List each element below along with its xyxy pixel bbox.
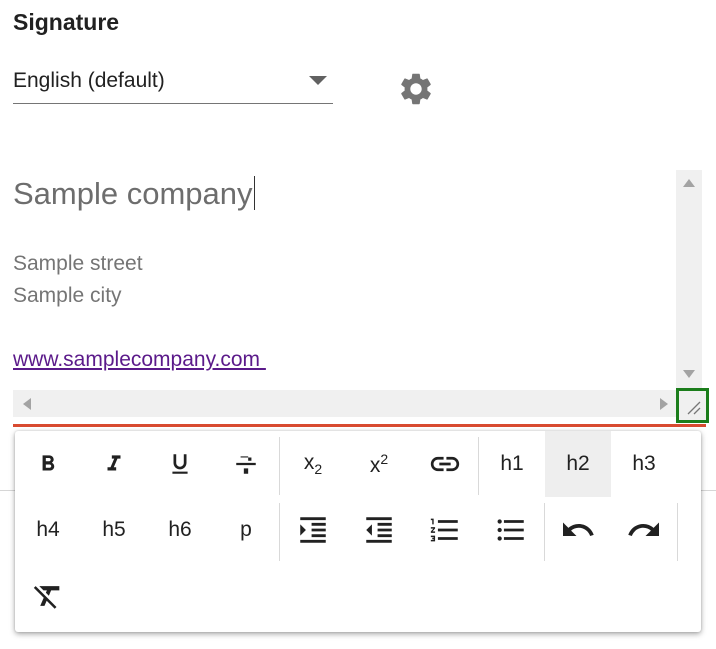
clear-formatting-icon	[33, 586, 60, 609]
indent-button[interactable]	[280, 497, 346, 563]
underline-button[interactable]	[147, 431, 213, 497]
signature-street: Sample street	[13, 252, 143, 275]
formatting-toolbar: x2 x2 h1 h2 h3 h4 h5 h6 p	[15, 431, 701, 632]
bold-button[interactable]	[15, 431, 81, 497]
undo-icon	[563, 522, 594, 536]
paragraph-label: p	[240, 518, 252, 541]
signature-company: Sample company	[13, 176, 253, 211]
vertical-scrollbar[interactable]	[676, 170, 702, 390]
paragraph-button[interactable]: p	[213, 497, 279, 563]
scroll-up-arrow-icon[interactable]	[683, 179, 695, 187]
heading-2-button[interactable]: h2	[545, 431, 611, 497]
heading-1-button[interactable]: h1	[479, 431, 545, 497]
bold-icon	[42, 455, 55, 471]
horizontal-scrollbar[interactable]	[13, 390, 676, 417]
subscript-button[interactable]: x2	[280, 431, 346, 497]
italic-button[interactable]	[81, 431, 147, 497]
indent-decrease-icon	[366, 517, 392, 543]
redo-icon	[628, 522, 659, 536]
strikethrough-icon	[236, 454, 256, 474]
bulleted-list-icon	[497, 519, 524, 541]
bulleted-list-button[interactable]	[478, 497, 544, 563]
outdent-button[interactable]	[346, 497, 412, 563]
toolbar-separator	[677, 503, 678, 561]
numbered-list-icon	[430, 518, 458, 542]
clear-formatting-button[interactable]	[15, 563, 81, 629]
strikethrough-button[interactable]	[213, 431, 279, 497]
scroll-right-arrow-icon[interactable]	[660, 398, 668, 410]
h2-label: h2	[566, 452, 590, 475]
redo-button[interactable]	[611, 497, 677, 563]
language-select-value: English (default)	[13, 69, 165, 92]
h1-label: h1	[500, 452, 524, 475]
indent-increase-icon	[300, 517, 326, 543]
h6-label: h6	[168, 518, 192, 541]
scroll-down-arrow-icon[interactable]	[683, 370, 695, 378]
gear-icon[interactable]	[397, 70, 435, 108]
editor-content[interactable]: Sample company Sample street Sample city…	[13, 170, 676, 390]
scroll-left-arrow-icon[interactable]	[23, 398, 31, 410]
link-icon	[430, 456, 460, 472]
h4-label: h4	[36, 518, 60, 541]
h3-label: h3	[632, 452, 656, 475]
undo-button[interactable]	[545, 497, 611, 563]
signature-editor[interactable]: Sample company Sample street Sample city…	[13, 170, 703, 420]
editor-focus-underline	[13, 424, 706, 427]
heading-5-button[interactable]: h5	[81, 497, 147, 563]
text-cursor	[253, 176, 255, 210]
signature-city: Sample city	[13, 284, 122, 307]
resize-handle-icon[interactable]	[676, 388, 709, 423]
italic-icon	[107, 455, 121, 471]
superscript-icon: x2	[369, 450, 389, 477]
numbered-list-button[interactable]	[412, 497, 478, 563]
heading-6-button[interactable]: h6	[147, 497, 213, 563]
language-select[interactable]: English (default)	[13, 62, 333, 104]
superscript-button[interactable]: x2	[346, 431, 412, 497]
insert-link-button[interactable]	[412, 431, 478, 497]
dropdown-arrow-icon	[309, 76, 327, 85]
underline-icon	[172, 454, 188, 474]
heading-4-button[interactable]: h4	[15, 497, 81, 563]
h5-label: h5	[102, 518, 126, 541]
section-title: Signature	[13, 9, 120, 35]
subscript-icon: x2	[303, 450, 323, 478]
signature-company-line[interactable]: Sample company	[13, 176, 255, 212]
heading-3-button[interactable]: h3	[611, 431, 677, 497]
signature-website-link[interactable]: www.samplecompany.com	[13, 348, 266, 372]
